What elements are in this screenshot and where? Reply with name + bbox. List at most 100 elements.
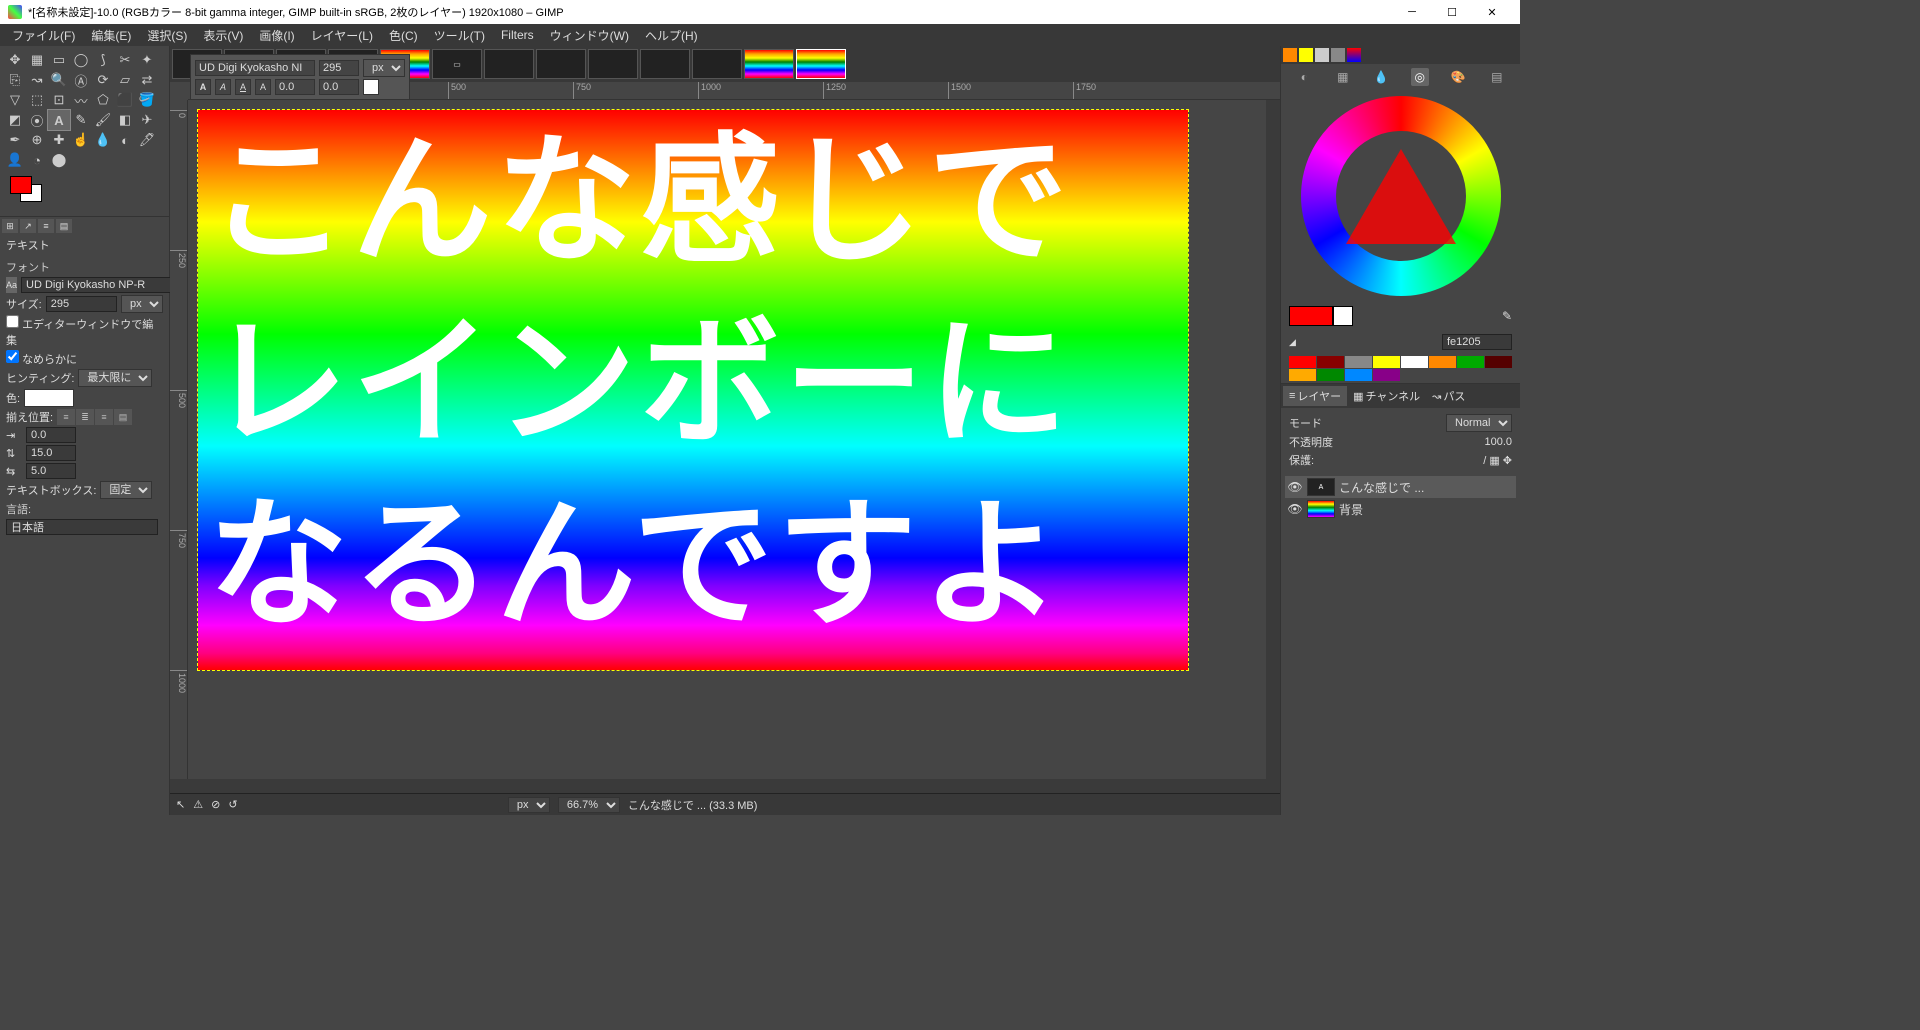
warp-tool-icon[interactable]: 〰 <box>70 90 92 110</box>
airbrush-tool-icon[interactable]: ✈ <box>136 110 158 130</box>
dodge-tool-icon[interactable]: ◐ <box>114 130 136 150</box>
mypaint-brush-icon[interactable]: 🖊 <box>136 130 158 150</box>
close-button[interactable]: ✕ <box>1472 0 1512 24</box>
clone-tool-icon[interactable]: ⊕ <box>26 130 48 150</box>
image-tab[interactable] <box>692 49 742 79</box>
palette-swatch[interactable] <box>1373 356 1400 368</box>
eraser-tool-icon[interactable]: ◧ <box>114 110 136 130</box>
maximize-button[interactable]: ☐ <box>1432 0 1472 24</box>
by-color-select-icon[interactable]: ◔ <box>26 150 48 170</box>
textbox-select[interactable]: 固定 <box>100 481 152 499</box>
color-wheel[interactable] <box>1301 96 1501 296</box>
shear-tool-icon[interactable]: ▱ <box>114 70 136 90</box>
align-justify-button[interactable]: ▤ <box>114 409 132 425</box>
tab-paths[interactable]: ↝ パス <box>1426 386 1471 406</box>
palette-swatch[interactable] <box>1345 356 1372 368</box>
rp-watercolor-icon[interactable]: 💧 <box>1372 68 1390 86</box>
smudge-tool-icon[interactable]: ☝ <box>70 130 92 150</box>
palette-swatch[interactable] <box>1457 356 1484 368</box>
scrollbar-horizontal[interactable] <box>170 779 1280 793</box>
text-tool-overlay[interactable]: px A A A A <box>190 54 410 100</box>
align-center-button[interactable]: ≣ <box>76 409 94 425</box>
eyedropper-icon[interactable]: ✎ <box>1502 309 1512 323</box>
dock-tab-4[interactable]: ▤ <box>56 219 72 233</box>
fg-color[interactable] <box>10 176 32 194</box>
tab-channels[interactable]: ▦ チャンネル <box>1347 386 1426 406</box>
overlay-font-input[interactable] <box>195 60 315 76</box>
overlay-size-input[interactable] <box>319 60 359 76</box>
canvas[interactable]: こんな感じで レインボーに なるんですよ <box>198 110 1188 670</box>
image-tab[interactable] <box>588 49 638 79</box>
tab-layers[interactable]: ≡ レイヤー <box>1283 386 1347 406</box>
menu-help[interactable]: ヘルプ(H) <box>637 25 706 46</box>
overlay-baseline-input[interactable] <box>275 79 315 95</box>
rp-gimp-icon[interactable]: ◐ <box>1295 68 1313 86</box>
scrollbar-vertical[interactable] <box>1266 100 1280 779</box>
align-tool-icon[interactable]: ▦ <box>26 50 48 70</box>
menu-image[interactable]: 画像(I) <box>251 25 302 46</box>
current-color-swatch[interactable] <box>1289 306 1333 326</box>
menu-filters[interactable]: Filters <box>493 26 542 44</box>
text-tool-icon[interactable]: A <box>48 110 70 130</box>
menu-layer[interactable]: レイヤー(L) <box>303 25 381 46</box>
fuzzy-select-icon[interactable]: ✦ <box>136 50 158 70</box>
menu-file[interactable]: ファイル(F) <box>4 25 83 46</box>
size-unit-select[interactable]: px <box>121 295 163 313</box>
cage-tool-icon[interactable]: ⬠ <box>92 90 114 110</box>
menu-view[interactable]: 表示(V) <box>195 25 251 46</box>
blur-tool-icon[interactable]: 💧 <box>92 130 114 150</box>
palette-swatch[interactable] <box>1289 356 1316 368</box>
indent-input[interactable] <box>26 427 76 443</box>
align-left-button[interactable]: ≡ <box>57 409 75 425</box>
size-input[interactable] <box>46 296 117 312</box>
ruler-vertical[interactable]: 0 250 500 750 1000 <box>170 100 188 779</box>
visibility-toggle-icon[interactable]: 👁 <box>1287 480 1303 494</box>
canvas-viewport[interactable]: こんな感じで レインボーに なるんですよ <box>188 100 1266 779</box>
rp-tab-icon[interactable] <box>1347 48 1361 62</box>
layer-item[interactable]: 👁 背景 <box>1285 498 1516 520</box>
rp-wheel-icon[interactable]: ◎ <box>1411 68 1429 86</box>
menu-windows[interactable]: ウィンドウ(W) <box>542 25 637 46</box>
rotate-tool-icon[interactable]: ⟳ <box>92 70 114 90</box>
dock-tab-2[interactable]: ↗ <box>20 219 36 233</box>
rp-cmyk-icon[interactable]: ▦ <box>1334 68 1352 86</box>
foreground-select-icon[interactable]: 👤 <box>4 150 26 170</box>
canvas-text-layer[interactable]: こんな感じで レインボーに なるんですよ <box>198 110 1188 656</box>
hex-input[interactable] <box>1442 334 1512 350</box>
image-tab[interactable] <box>744 49 794 79</box>
ncolor-tool-icon[interactable]: ⬤ <box>48 150 70 170</box>
pencil-tool-icon[interactable]: ✎ <box>70 110 92 130</box>
crop-tool-icon[interactable]: ⎘ <box>4 70 26 90</box>
overlay-kerning-input[interactable] <box>319 79 359 95</box>
rp-tab-icon[interactable] <box>1315 48 1329 62</box>
image-tab[interactable] <box>640 49 690 79</box>
color-picker-icon[interactable]: ⦿ <box>26 110 48 130</box>
overlay-unit-select[interactable]: px <box>363 59 405 77</box>
color-triangle[interactable] <box>1346 149 1456 244</box>
hinting-select[interactable]: 最大限に <box>78 369 152 387</box>
unified-transform-icon[interactable]: ⬚ <box>26 90 48 110</box>
prev-color-swatch[interactable] <box>1333 306 1353 326</box>
ink-tool-icon[interactable]: ✒ <box>4 130 26 150</box>
palette-swatch[interactable] <box>1345 369 1372 381</box>
handle-transform-icon[interactable]: ⊡ <box>48 90 70 110</box>
editor-window-checkbox[interactable]: エディターウィンドウで編集 <box>6 315 163 348</box>
font-input[interactable] <box>21 277 173 293</box>
rp-scales-icon[interactable]: ▤ <box>1488 68 1506 86</box>
ellipse-select-icon[interactable]: ◯ <box>70 50 92 70</box>
gradient-tool-icon[interactable]: ◩ <box>4 110 26 130</box>
visibility-toggle-icon[interactable]: 👁 <box>1287 502 1303 516</box>
palette-swatch[interactable] <box>1317 356 1344 368</box>
dock-tab-1[interactable]: ⊞ <box>2 219 18 233</box>
heal-tool-icon[interactable]: ✚ <box>48 130 70 150</box>
layer-name[interactable]: 背景 <box>1339 501 1363 518</box>
image-tab[interactable] <box>536 49 586 79</box>
minimize-button[interactable]: ─ <box>1392 0 1432 24</box>
letter-spacing-input[interactable] <box>26 463 76 479</box>
menu-tools[interactable]: ツール(T) <box>426 25 493 46</box>
rp-tab-icon[interactable] <box>1283 48 1297 62</box>
palette-swatch[interactable] <box>1289 369 1316 381</box>
sb-zoom-select[interactable]: 66.7% <box>558 797 620 813</box>
paths-tool-icon[interactable]: ↝ <box>26 70 48 90</box>
rp-palette-icon[interactable]: 🎨 <box>1449 68 1467 86</box>
